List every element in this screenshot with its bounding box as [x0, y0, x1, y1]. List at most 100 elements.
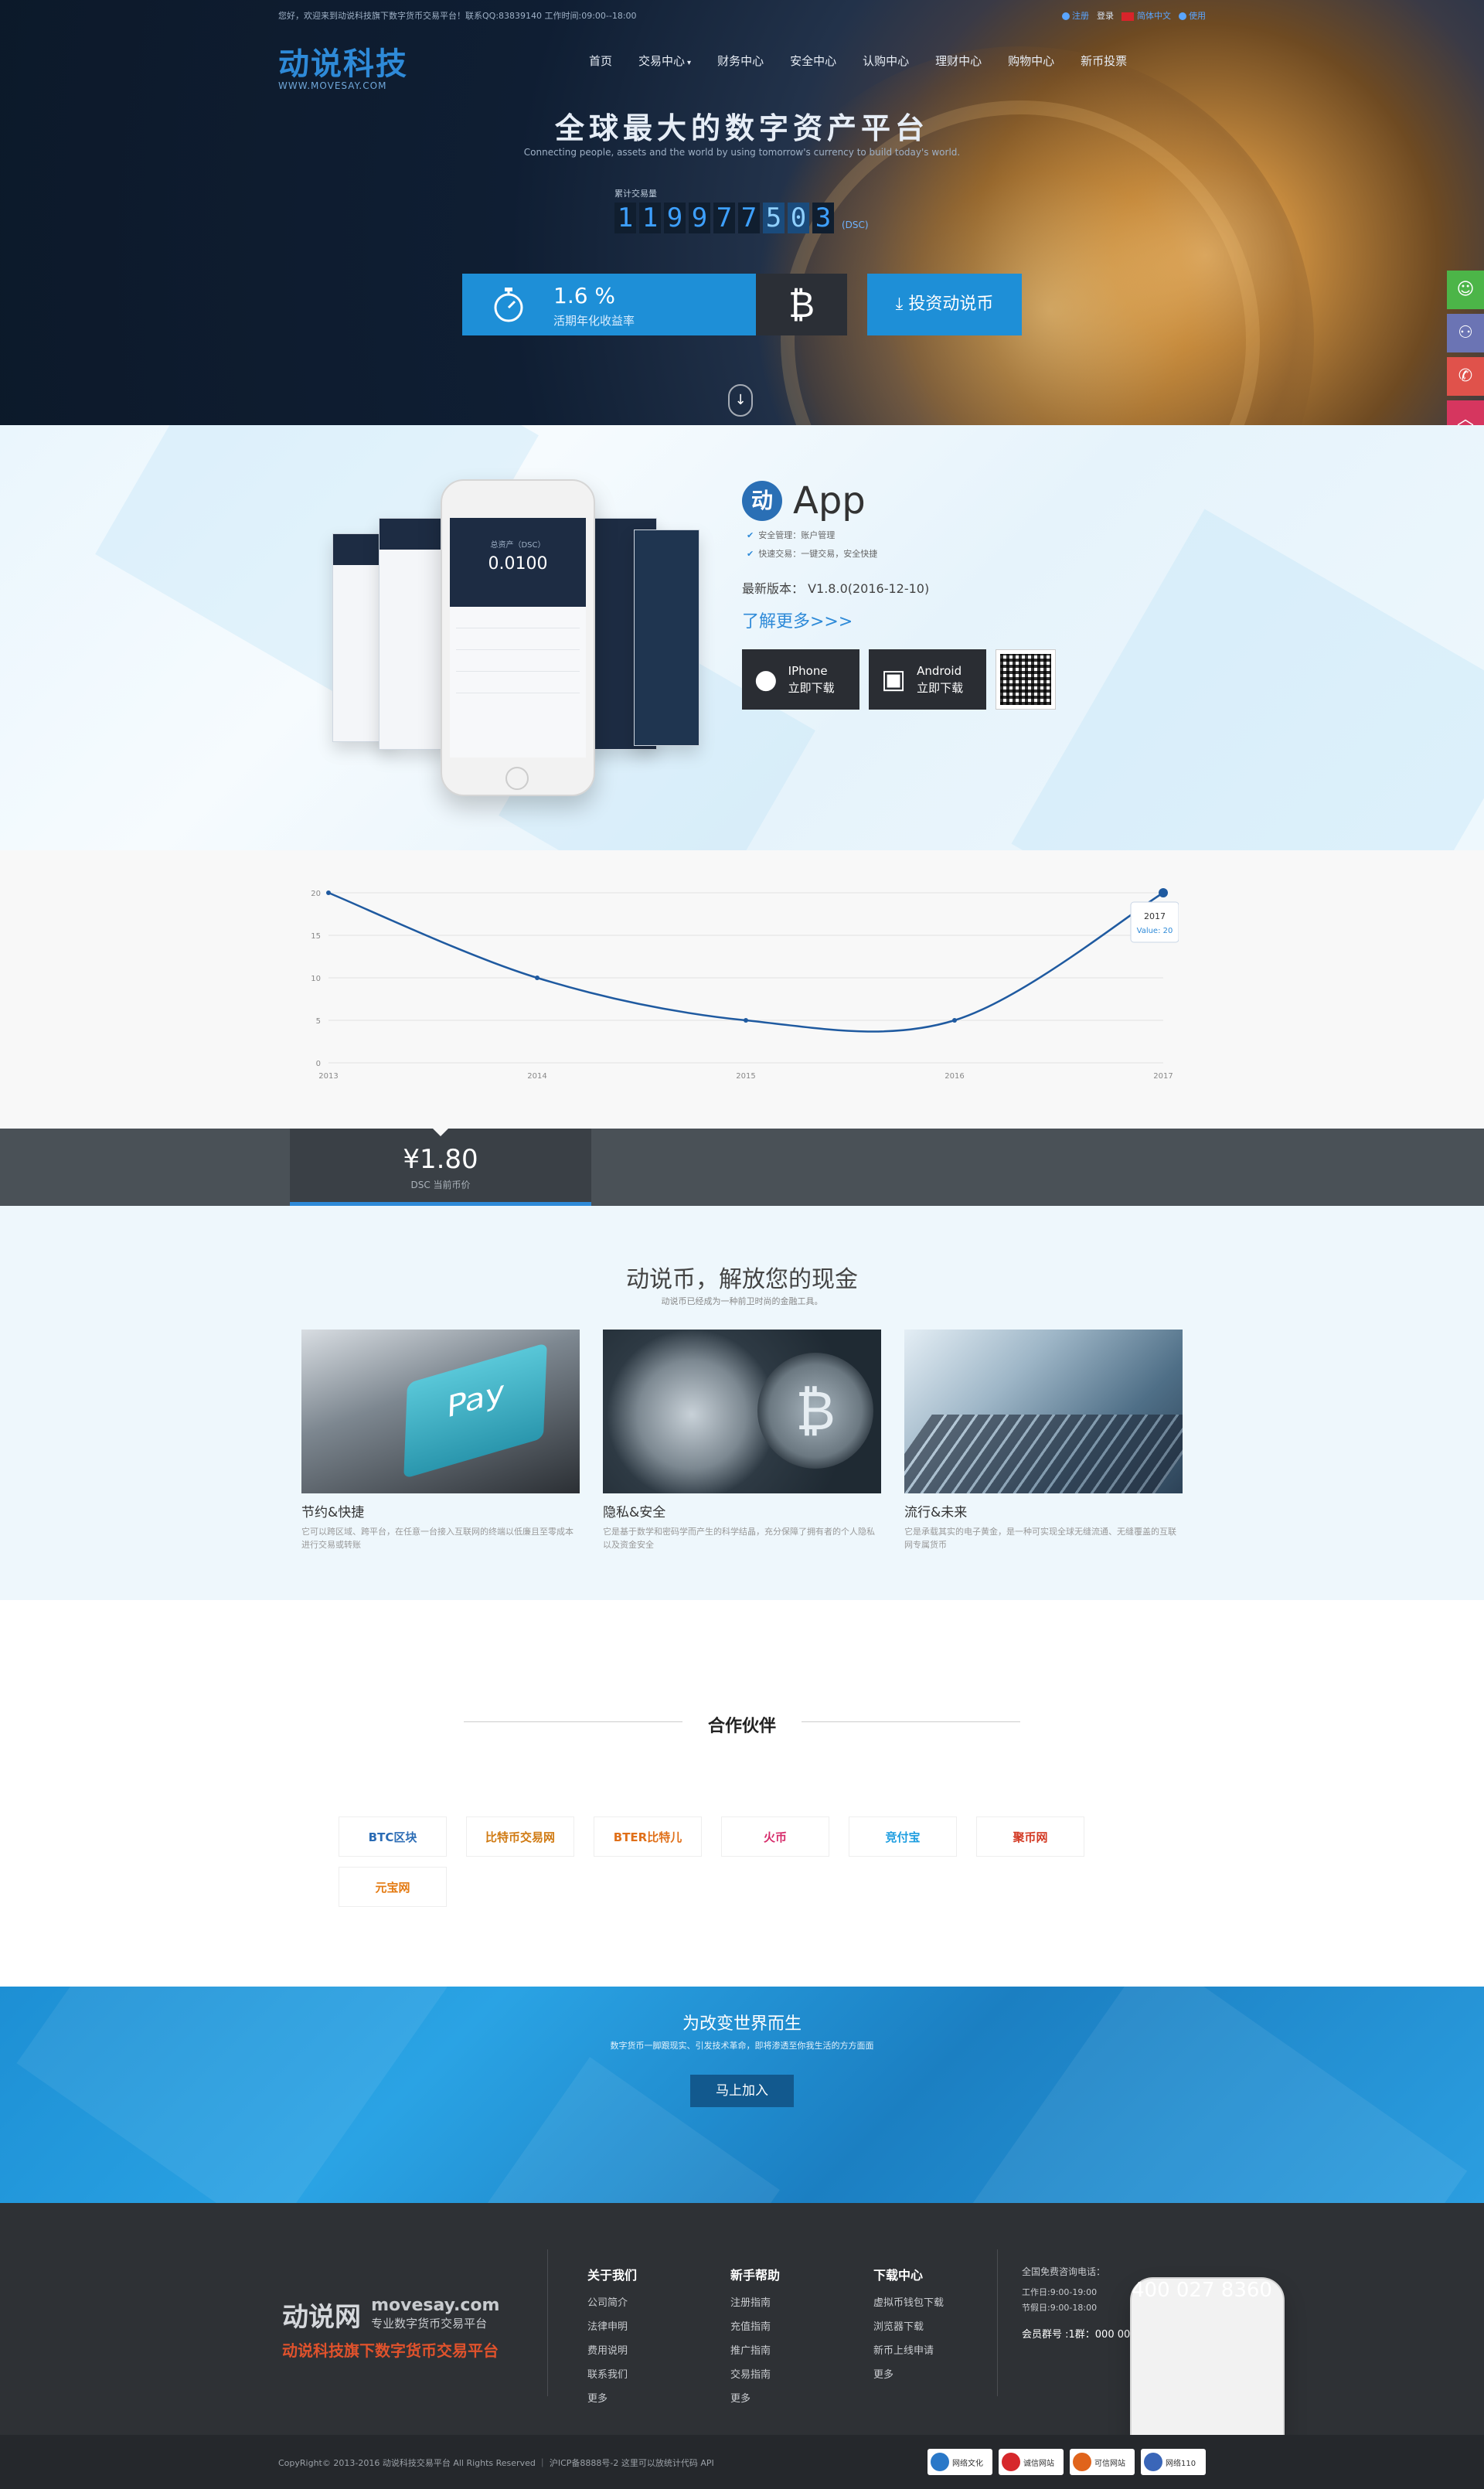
footer-column-help: 新手帮助 注册指南 充值指南 推广指南 交易指南 更多: [730, 2265, 780, 2414]
phone-row: [456, 672, 580, 693]
partner-logo[interactable]: 火币: [721, 1817, 829, 1857]
app-screen-back: [379, 518, 448, 750]
counter-digit: 0: [788, 203, 809, 233]
trust-badge[interactable]: 网络文化: [928, 2449, 992, 2475]
phone-balance-label: 总资产（DSC）: [490, 541, 546, 550]
footer-link[interactable]: 新币上线申请: [873, 2342, 944, 2357]
nav-item-home[interactable]: 首页: [576, 53, 625, 69]
badge-label: 可信网站: [1094, 2459, 1125, 2468]
trust-badge[interactable]: 可信网站: [1070, 2449, 1135, 2475]
qq-icon[interactable]: ☺: [1447, 271, 1484, 309]
app-feature-label: 安全管理：账户管理: [758, 530, 836, 540]
register-link[interactable]: 注册: [1062, 9, 1089, 22]
trust-badge[interactable]: 网络110: [1141, 2449, 1206, 2475]
cta-title: 为改变世界而生: [682, 2014, 802, 2034]
site-logo[interactable]: 动说科技 WWW.MOVESAY.COM: [278, 39, 408, 91]
footer-link[interactable]: 充值指南: [730, 2318, 780, 2333]
app-logo-icon: 动: [742, 481, 782, 521]
language-select[interactable]: 简体中文: [1122, 9, 1171, 22]
partner-name: 竞付宝: [885, 1830, 921, 1844]
partner-logo[interactable]: 聚币网: [976, 1817, 1084, 1857]
iphone-download-button[interactable]: ● IPhone 立即下载: [742, 649, 859, 710]
data-point: [1159, 888, 1168, 897]
join-now-button[interactable]: 马上加入: [690, 2075, 794, 2107]
footer-link[interactable]: 虚拟币钱包下载: [873, 2294, 944, 2309]
tooltip-value: Value: 20: [1137, 927, 1173, 935]
data-point: [744, 1018, 748, 1023]
app-mockup: 总资产（DSC） 0.0100: [332, 479, 703, 796]
footer-link[interactable]: 联系我们: [587, 2366, 637, 2381]
apple-icon: ●: [754, 664, 778, 695]
app-title-row: 动 App: [742, 479, 1056, 523]
partner-logo[interactable]: 竞付宝: [849, 1817, 957, 1857]
invest-button[interactable]: ⤓ 投资动说币: [867, 274, 1022, 335]
group-icon[interactable]: ⚇: [1447, 314, 1484, 352]
price-value: ¥1.80: [403, 1144, 478, 1175]
nav-item-finance[interactable]: 财务中心: [704, 53, 777, 69]
phone-row: [456, 650, 580, 672]
price-tab[interactable]: ¥1.80 DSC 当前币价: [290, 1129, 591, 1206]
partner-logo[interactable]: 比特币交易网: [466, 1817, 574, 1857]
badge-icon: [1144, 2453, 1162, 2471]
android-download-button[interactable]: ▣ Android 立即下载: [869, 649, 986, 710]
footer-link[interactable]: 浏览器下载: [873, 2318, 944, 2333]
feature-card-desc: 它可以跨区域、跨平台，在任意一台接入互联网的终端以低廉且至零成本进行交易或转账: [301, 1527, 574, 1550]
tooltip-box: [1130, 901, 1179, 943]
bottom-bar: CopyRight© 2013-2016 动说科技交易平台 All Rights…: [0, 2435, 1484, 2489]
footer-link[interactable]: 公司简介: [587, 2294, 637, 2309]
footer-brand-detail: movesay.com 专业数字货币交易平台: [371, 2296, 499, 2331]
invest-button-label: 投资动说币: [908, 295, 994, 314]
data-point: [326, 890, 331, 895]
footer-link[interactable]: 更多: [587, 2390, 637, 2405]
nav-label: 交易中心: [638, 54, 686, 68]
footer-divider: [547, 2249, 548, 2396]
counter-digit: 7: [738, 203, 760, 233]
footer-link[interactable]: 更多: [730, 2390, 780, 2405]
phone-icon[interactable]: ✆: [1447, 357, 1484, 396]
nav-item-shop[interactable]: 购物中心: [995, 53, 1067, 69]
footer-link[interactable]: 费用说明: [587, 2342, 637, 2357]
vault-coin-symbol: ₿: [757, 1353, 873, 1469]
nav-item-security[interactable]: 安全中心: [777, 53, 849, 69]
phone-row: [456, 628, 580, 650]
footer-column-title: 关于我们: [587, 2268, 638, 2283]
nav-item-wealth[interactable]: 理财中心: [922, 53, 995, 69]
footer-link[interactable]: 交易指南: [730, 2366, 780, 2381]
footer-link[interactable]: 法律申明: [587, 2318, 637, 2333]
feature-card-desc: 它是承载其实的电子黄金，是一种可实现全球无缝流通、无缝覆盖的互联网专属货币: [904, 1527, 1176, 1550]
footer-link[interactable]: 推广指南: [730, 2342, 780, 2357]
scroll-down-arrow-icon[interactable]: ↓: [728, 384, 753, 417]
side-float-toolbar: ☺ ⚇ ✆ ︿: [1447, 271, 1484, 444]
footer-column-about: 关于我们 公司简介 法律申明 费用说明 联系我们 更多: [587, 2265, 637, 2414]
volume-counter: 1 1 9 9 7 7 5 0 3 (DSC): [614, 203, 869, 233]
feature-card: ₿ 隐私&安全 它是基于数学和密码学而产生的科学结晶，充分保障了拥有者的个人隐私…: [603, 1330, 881, 1551]
counter-digit: 1: [614, 203, 636, 233]
footer-link[interactable]: 更多: [873, 2366, 944, 2381]
learn-more-link[interactable]: 了解更多>>>: [742, 608, 1056, 632]
iphone-sub-label: 立即下载: [788, 681, 835, 695]
price-label: DSC 当前币价: [410, 1180, 471, 1190]
nav-item-trade[interactable]: 交易中心 ▾: [625, 53, 704, 69]
partner-logo[interactable]: BTER比特儿: [594, 1817, 702, 1857]
partner-logo[interactable]: BTC区块: [339, 1817, 447, 1857]
counter-digit: 9: [689, 203, 710, 233]
copyright: CopyRight© 2013-2016 动说科技交易平台 All Rights…: [278, 2458, 714, 2468]
nav-label: 理财中心: [935, 54, 982, 68]
check-icon: ✔: [747, 530, 754, 540]
partners-section: 合作伙伴 BTC区块 比特币交易网 BTER比特儿 火币 竞付宝 聚币网 元宝网: [0, 1600, 1484, 1987]
app-title: App: [793, 479, 866, 523]
language-label: 简体中文: [1137, 11, 1171, 21]
nav-item-subscribe[interactable]: 认购中心: [849, 53, 922, 69]
rate-value: 1.6 %: [553, 283, 616, 308]
footer-link[interactable]: 注册指南: [730, 2294, 780, 2309]
stopwatch-icon: [494, 288, 523, 322]
login-link[interactable]: 登录: [1097, 9, 1114, 22]
partner-name: BTER比特儿: [613, 1830, 682, 1844]
counter-digit: 9: [664, 203, 686, 233]
contact-label: 全国免费咨询电话：: [1022, 2266, 1106, 2277]
trust-badge[interactable]: 诚信网站: [999, 2449, 1064, 2475]
partner-logo[interactable]: 元宝网: [339, 1867, 447, 1907]
nav-item-vote[interactable]: 新币投票: [1067, 53, 1140, 69]
lang-alt-link[interactable]: 使用: [1179, 9, 1206, 22]
hero-section: 您好，欢迎来到动说科技旗下数字货币交易平台！联系QQ:83839140 工作时间…: [0, 0, 1484, 425]
